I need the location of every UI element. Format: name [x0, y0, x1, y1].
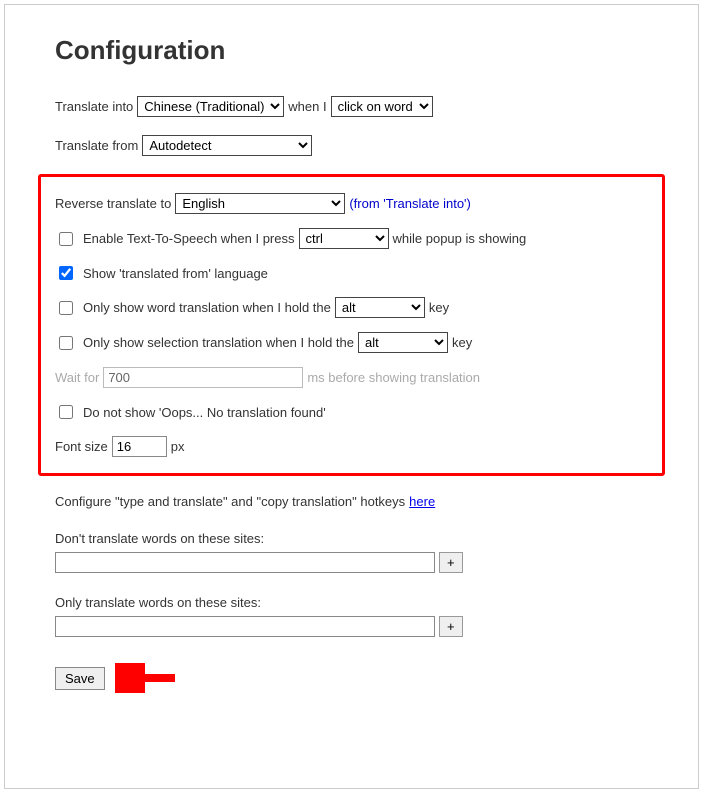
allowlist-input-row: +: [55, 616, 648, 637]
tts-row: Enable Text-To-Speech when I press ctrl …: [55, 228, 648, 249]
hold-word-checkbox[interactable]: [59, 301, 73, 315]
hold-word-label-after: key: [429, 300, 449, 315]
config-panel: Configuration Translate into Chinese (Tr…: [4, 4, 699, 789]
oops-row: Do not show 'Oops... No translation foun…: [55, 402, 648, 422]
translate-into-select[interactable]: Chinese (Traditional): [137, 96, 284, 117]
font-size-row: Font size px: [55, 436, 648, 457]
hold-selection-checkbox[interactable]: [59, 336, 73, 350]
font-size-label-after: px: [171, 439, 185, 454]
save-row: Save: [55, 663, 648, 693]
blocklist-label: Don't translate words on these sites:: [55, 531, 648, 546]
wait-input[interactable]: [103, 367, 303, 388]
font-size-label-before: Font size: [55, 439, 108, 454]
font-size-input[interactable]: [112, 436, 167, 457]
reverse-translate-row: Reverse translate to English (from 'Tran…: [55, 193, 648, 214]
hold-word-row: Only show word translation when I hold t…: [55, 297, 648, 318]
blocklist-input[interactable]: [55, 552, 435, 573]
hold-selection-label-after: key: [452, 335, 472, 350]
save-button[interactable]: Save: [55, 667, 105, 690]
arrow-icon: [115, 663, 185, 693]
hotkeys-link[interactable]: here: [409, 494, 435, 509]
show-from-label: Show 'translated from' language: [83, 266, 268, 281]
when-i-label: when I: [288, 99, 326, 114]
blocklist-input-row: +: [55, 552, 648, 573]
show-from-row: Show 'translated from' language: [55, 263, 648, 283]
reverse-translate-select[interactable]: English: [175, 193, 345, 214]
tts-label-before: Enable Text-To-Speech when I press: [83, 231, 295, 246]
tts-label-after: while popup is showing: [393, 231, 527, 246]
show-from-checkbox[interactable]: [59, 266, 73, 280]
oops-checkbox[interactable]: [59, 405, 73, 419]
reverse-translate-label: Reverse translate to: [55, 196, 171, 211]
hold-word-key-select[interactable]: alt: [335, 297, 425, 318]
highlighted-settings-box: Reverse translate to English (from 'Tran…: [38, 174, 665, 476]
allowlist-input[interactable]: [55, 616, 435, 637]
hotkeys-text: Configure "type and translate" and "copy…: [55, 494, 405, 509]
wait-label-before: Wait for: [55, 370, 99, 385]
hotkeys-row: Configure "type and translate" and "copy…: [55, 494, 648, 509]
translate-into-label: Translate into: [55, 99, 133, 114]
translate-from-label: Translate from: [55, 138, 138, 153]
allowlist-add-button[interactable]: +: [439, 616, 463, 637]
hold-selection-key-select[interactable]: alt: [358, 332, 448, 353]
wait-row: Wait for ms before showing translation: [55, 367, 648, 388]
tts-checkbox[interactable]: [59, 232, 73, 246]
tts-key-select[interactable]: ctrl: [299, 228, 389, 249]
hold-selection-label-before: Only show selection translation when I h…: [83, 335, 354, 350]
wait-label-after: ms before showing translation: [307, 370, 480, 385]
allowlist-label: Only translate words on these sites:: [55, 595, 648, 610]
trigger-select[interactable]: click on word: [331, 96, 433, 117]
reverse-translate-note: (from 'Translate into'): [349, 196, 471, 211]
hold-selection-row: Only show selection translation when I h…: [55, 332, 648, 353]
translate-into-row: Translate into Chinese (Traditional) whe…: [55, 96, 648, 117]
hold-word-label-before: Only show word translation when I hold t…: [83, 300, 331, 315]
page-title: Configuration: [55, 35, 648, 66]
translate-from-select[interactable]: Autodetect: [142, 135, 312, 156]
oops-label: Do not show 'Oops... No translation foun…: [83, 405, 326, 420]
translate-from-row: Translate from Autodetect: [55, 135, 648, 156]
blocklist-add-button[interactable]: +: [439, 552, 463, 573]
